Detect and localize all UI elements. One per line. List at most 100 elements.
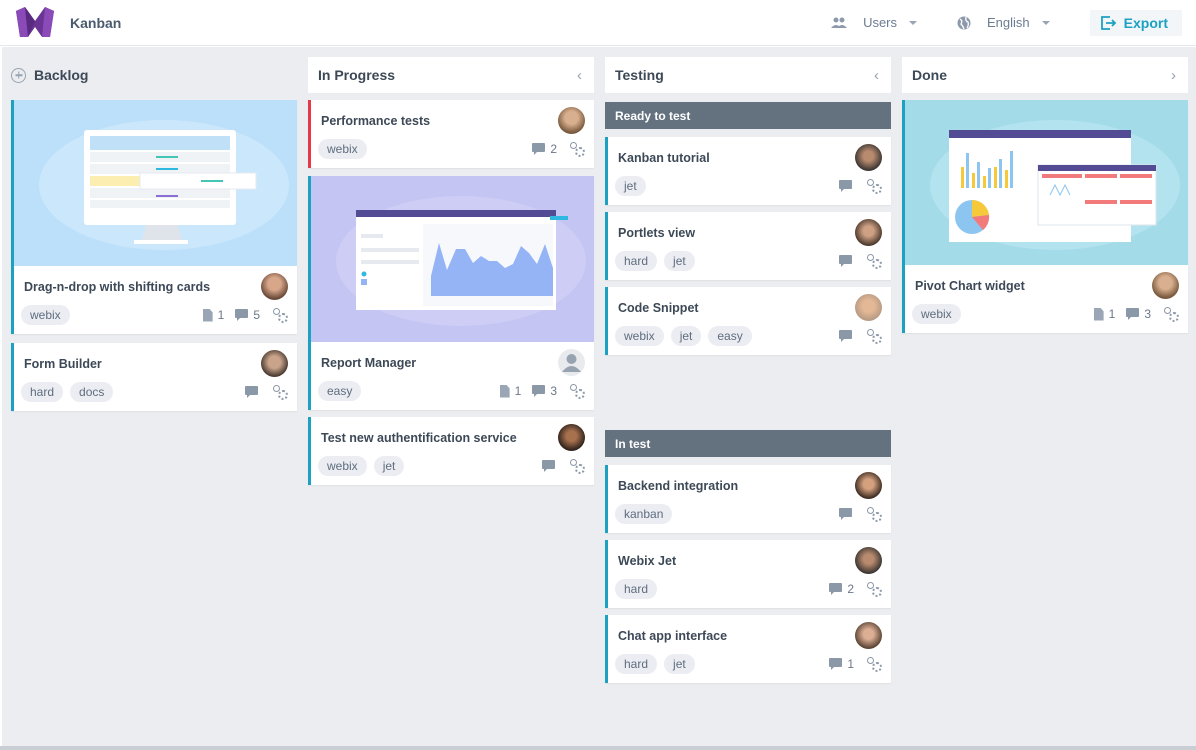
avatar[interactable] (261, 350, 288, 377)
export-button[interactable]: Export (1089, 9, 1182, 36)
card[interactable]: Kanban tutorial jet (605, 137, 891, 205)
bottom-border (0, 746, 1196, 750)
avatar[interactable] (1152, 272, 1179, 299)
tag: webix (21, 305, 70, 325)
settings-icon[interactable] (867, 179, 882, 194)
comment-icon[interactable] (1126, 308, 1140, 320)
comment-icon[interactable] (542, 460, 555, 472)
subgroup-header-in-test: In test (605, 430, 891, 457)
comment-icon[interactable] (839, 508, 852, 520)
settings-icon[interactable] (867, 657, 882, 672)
column-title: Testing (615, 67, 664, 83)
card[interactable]: Report Manager easy 1 3 (308, 176, 594, 410)
comment-icon[interactable] (829, 658, 843, 670)
settings-icon[interactable] (570, 384, 585, 399)
card[interactable]: Form Builder hard docs (11, 343, 297, 411)
settings-icon[interactable] (570, 459, 585, 474)
tag: jet (670, 326, 702, 346)
comment-icon[interactable] (839, 180, 852, 192)
avatar[interactable] (855, 294, 882, 321)
settings-icon[interactable] (570, 142, 585, 157)
tag: jet (373, 456, 405, 476)
card-title: Portlets view (618, 226, 696, 240)
card[interactable]: Portlets view hard jet (605, 212, 891, 280)
column-testing: Testing ‹ (605, 57, 891, 93)
comment-icon[interactable] (839, 255, 852, 267)
card-title: Performance tests (321, 114, 431, 128)
card[interactable]: Drag-n-drop with shifting cards webix 1 … (11, 100, 297, 334)
attachment-icon[interactable] (1093, 307, 1104, 321)
avatar[interactable] (855, 144, 882, 171)
column-title: Backlog (34, 67, 89, 83)
card-title: Backend integration (618, 479, 739, 493)
tag: hard (615, 654, 658, 674)
avatar[interactable] (558, 107, 585, 134)
card[interactable]: Test new authentification service webix j… (308, 417, 594, 485)
card[interactable]: Pivot Chart widget webix 1 3 (902, 100, 1188, 333)
settings-icon[interactable] (1164, 307, 1179, 322)
caret-down-icon (909, 20, 918, 25)
comment-icon[interactable] (532, 143, 546, 155)
card-image-drag-drop (14, 100, 297, 266)
avatar[interactable] (261, 273, 288, 300)
tag: jet (664, 251, 695, 271)
tag: easy (708, 326, 752, 346)
card[interactable]: Chat app interface hard jet 1 (605, 615, 891, 683)
card[interactable]: Backend integration kanban (605, 465, 891, 533)
language-dropdown[interactable]: English (957, 15, 1050, 30)
card[interactable]: Webix Jet hard 2 (605, 540, 891, 608)
export-label: Export (1123, 14, 1168, 31)
comment-icon[interactable] (532, 385, 546, 397)
kanban-board: Backlog Drag-n-drop with shifting cards … (2, 47, 1196, 747)
column-header-in-progress: In Progress ‹ (308, 57, 594, 93)
avatar[interactable] (855, 547, 882, 574)
chevron-left-icon[interactable]: ‹ (577, 67, 582, 84)
column-header-testing: Testing ‹ (605, 57, 891, 93)
default-avatar-icon[interactable] (558, 349, 585, 376)
users-dropdown[interactable]: Users (831, 15, 918, 30)
column-header-done: Done › (902, 57, 1188, 93)
language-label: English (987, 15, 1030, 30)
settings-icon[interactable] (867, 329, 882, 344)
chevron-right-icon[interactable]: › (1171, 67, 1176, 84)
users-label: Users (863, 15, 898, 30)
caret-down-icon (1041, 20, 1050, 25)
toolbar: Kanban Users English Export (0, 0, 1196, 46)
tag: webix (318, 456, 367, 476)
column-header-backlog: Backlog (11, 57, 297, 93)
avatar[interactable] (855, 219, 882, 246)
attachment-count: 1 (217, 308, 225, 322)
attachment-icon[interactable] (202, 308, 213, 322)
settings-icon[interactable] (867, 582, 882, 597)
card-title: Drag-n-drop with shifting cards (24, 280, 211, 294)
settings-icon[interactable] (273, 385, 288, 400)
card-title: Test new authentification service (321, 431, 517, 445)
tag: hard (615, 251, 658, 271)
webix-logo-icon (16, 6, 54, 37)
comment-icon[interactable] (235, 309, 249, 321)
add-card-icon[interactable] (11, 67, 26, 83)
card[interactable]: Code Snippet webix jet easy (605, 287, 891, 355)
avatar[interactable] (558, 424, 585, 451)
tag: jet (664, 654, 695, 674)
chevron-left-icon[interactable]: ‹ (874, 67, 879, 84)
tag: easy (318, 381, 362, 401)
tag: kanban (615, 504, 673, 524)
attachment-icon[interactable] (499, 384, 510, 398)
card-title: Form Builder (24, 357, 102, 371)
settings-icon[interactable] (273, 308, 288, 323)
comment-icon[interactable] (245, 386, 258, 398)
avatar[interactable] (855, 622, 882, 649)
comment-icon[interactable] (829, 583, 843, 595)
avatar[interactable] (855, 472, 882, 499)
tag: webix (615, 326, 664, 346)
settings-icon[interactable] (867, 507, 882, 522)
card[interactable]: Performance tests webix 2 (308, 100, 594, 168)
settings-icon[interactable] (867, 254, 882, 269)
comment-count: 3 (1144, 307, 1151, 321)
card-title: Kanban tutorial (618, 151, 710, 165)
comment-icon[interactable] (839, 330, 852, 342)
tag: webix (912, 304, 961, 324)
comment-count: 2 (847, 582, 854, 596)
subgroup-header-ready-to-test: Ready to test (605, 102, 891, 129)
